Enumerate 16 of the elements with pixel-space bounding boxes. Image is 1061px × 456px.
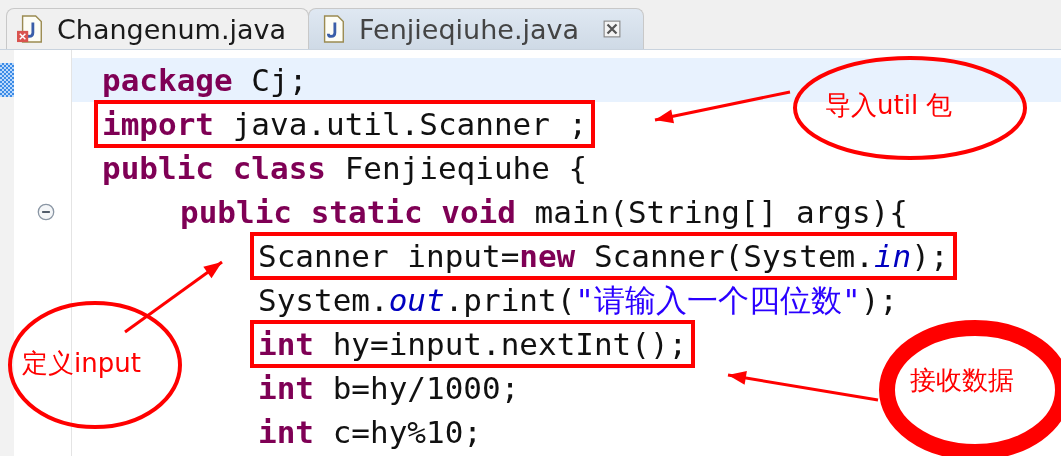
tab-label: Fenjieqiuhe.java [359,13,580,45]
editor-tab[interactable]: Fenjieqiuhe.java [308,8,645,49]
code-line: public static void main(String[] args){ [179,193,909,232]
annotation-text: 定义input [22,347,141,380]
annotation-text: 导入util 包 [825,89,953,122]
code-line: package Cj; [101,61,309,100]
editor-tab[interactable]: Changenum.java [6,8,310,49]
code-line: System.out.print("请输入一个四位数"); [257,281,899,320]
annotation-text: 接收数据 [910,364,1014,397]
collapse-icon[interactable] [36,203,55,221]
file-error-icon [17,14,45,44]
tab-label: Changenum.java [57,13,287,45]
code-line: int b=hy/1000; [257,369,521,408]
close-icon[interactable] [603,20,622,38]
code-line: int c=hy%10; [257,413,483,452]
code-line: public class Fenjieqiuhe { [101,149,589,188]
